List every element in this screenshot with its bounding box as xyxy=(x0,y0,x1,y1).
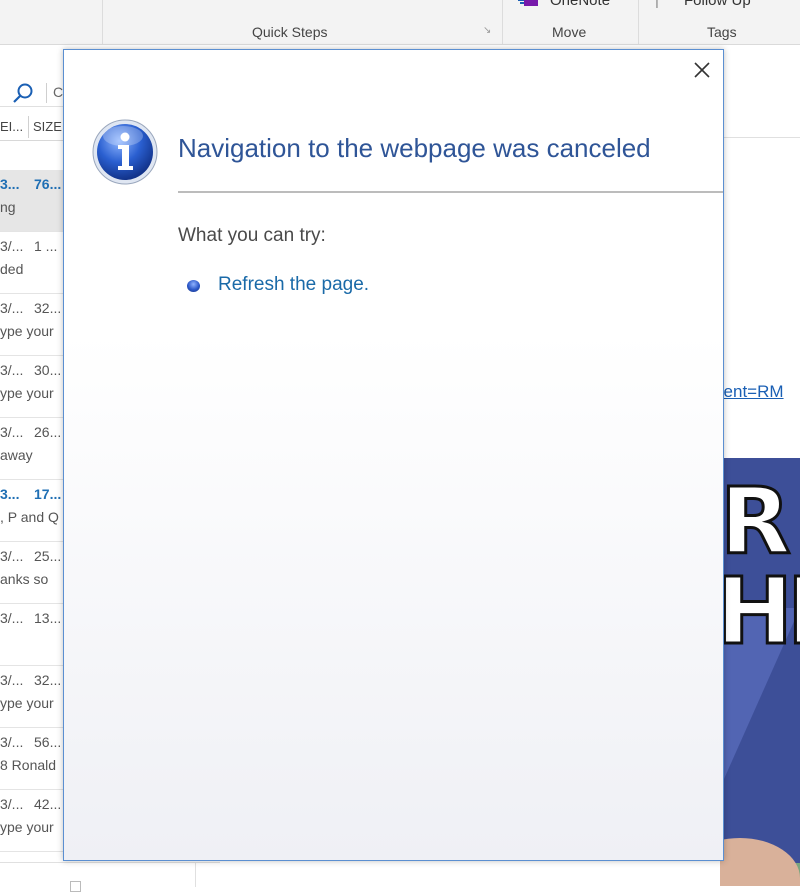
image-figure-face xyxy=(720,838,800,886)
email-image: R HIP xyxy=(720,458,800,886)
message-size: 42... xyxy=(34,796,62,812)
message-list-item[interactable]: 3/... 42... ype your xyxy=(0,790,65,852)
message-size: 17... xyxy=(34,486,62,502)
message-list-item[interactable]: 3/... 30... ype your xyxy=(0,356,65,418)
message-list-item[interactable]: 3... 76... ng xyxy=(0,170,65,232)
column-header-size[interactable]: SIZE xyxy=(33,119,62,134)
message-size: 56... xyxy=(34,734,62,750)
follow-up-button[interactable]: Follow Up xyxy=(684,0,751,9)
column-separator xyxy=(28,116,29,138)
follow-up-flag-icon[interactable]: | xyxy=(655,0,659,9)
image-text-top: R xyxy=(720,468,792,575)
message-preview: ype your xyxy=(0,323,54,339)
message-preview: 8 Ronald xyxy=(0,757,57,773)
onenote-icon[interactable] xyxy=(518,0,544,10)
message-date: 3/... xyxy=(0,610,24,626)
ribbon: OneNote | Follow Up Quick Steps ↘ Move T… xyxy=(0,0,800,45)
ribbon-separator xyxy=(638,0,639,44)
message-date: 3... xyxy=(0,176,20,192)
message-date: 3/... xyxy=(0,672,24,688)
message-date: 3/... xyxy=(0,300,24,316)
message-list-item[interactable]: 3/... 1 ... ded xyxy=(0,232,65,294)
message-list-item[interactable]: 3/... 13... xyxy=(0,604,65,666)
search-scope-fragment[interactable]: C xyxy=(53,84,63,100)
message-list-item[interactable]: 3/... 32... ype your xyxy=(0,666,65,728)
message-size: 30... xyxy=(34,362,62,378)
ribbon-separator xyxy=(102,0,103,44)
message-list-item[interactable]: 3/... 26... away xyxy=(0,418,65,480)
search-bar[interactable]: C xyxy=(0,80,65,107)
checkbox-fragment[interactable] xyxy=(70,881,81,892)
message-date: 3... xyxy=(0,486,20,502)
quick-steps-launcher-icon[interactable]: ↘ xyxy=(483,26,493,36)
message-list-item[interactable]: 3/... 32... ype your xyxy=(0,294,65,356)
search-divider xyxy=(46,83,47,103)
title-divider xyxy=(178,191,723,193)
message-size: 32... xyxy=(34,300,62,316)
column-header-received[interactable]: EI... xyxy=(0,119,23,134)
message-preview: ype your xyxy=(0,695,54,711)
info-icon xyxy=(92,119,158,185)
dialog-title: Navigation to the webpage was canceled xyxy=(178,133,651,163)
tags-group-label: Tags xyxy=(707,24,737,40)
message-preview: ded xyxy=(0,261,24,277)
message-date: 3/... xyxy=(0,424,24,440)
message-date: 3/... xyxy=(0,734,24,750)
message-list: 3... 76... ng 3/... 1 ... ded 3/... 32... ype yo… xyxy=(0,170,65,852)
image-text-bottom: HIP xyxy=(720,558,800,665)
message-date: 3/... xyxy=(0,796,24,812)
quick-steps-group-label: Quick Steps xyxy=(252,24,328,40)
message-list-item[interactable]: 3/... 25... anks so xyxy=(0,542,65,604)
message-size: 1 ... xyxy=(34,238,58,254)
message-preview: ng xyxy=(0,199,16,215)
bullet-icon xyxy=(187,280,200,292)
message-size: 13... xyxy=(34,610,62,626)
message-preview: away xyxy=(0,447,33,463)
message-preview: , P and Q xyxy=(0,509,59,525)
message-preview: anks so xyxy=(0,571,49,587)
message-preview: ype your xyxy=(0,819,54,835)
ribbon-separator xyxy=(502,0,503,44)
move-group-label: Move xyxy=(552,24,587,40)
message-size: 76... xyxy=(34,176,62,192)
status-strip xyxy=(0,862,220,892)
message-date: 3/... xyxy=(0,548,24,564)
close-icon[interactable] xyxy=(690,58,714,82)
message-size: 32... xyxy=(34,672,62,688)
pane-divider xyxy=(195,863,196,887)
reading-pane-divider xyxy=(719,137,800,138)
message-date: 3/... xyxy=(0,238,24,254)
search-icon[interactable] xyxy=(12,82,34,104)
message-preview: ype your xyxy=(0,385,54,401)
message-list-header: EI... SIZE xyxy=(0,114,65,141)
onenote-button[interactable]: OneNote xyxy=(550,0,610,9)
navigation-canceled-dialog: Navigation to the webpage was canceled W… xyxy=(63,49,724,861)
message-size: 26... xyxy=(34,424,62,440)
message-list-item[interactable]: 3... 17... , P and Q xyxy=(0,480,65,542)
message-list-item[interactable]: 3/... 56... 8 Ronald xyxy=(0,728,65,790)
email-link-fragment[interactable]: lient=RM xyxy=(716,382,784,402)
message-size: 25... xyxy=(34,548,62,564)
message-date: 3/... xyxy=(0,362,24,378)
refresh-page-link[interactable]: Refresh the page. xyxy=(218,274,369,296)
suggestions-label: What you can try: xyxy=(178,225,326,246)
